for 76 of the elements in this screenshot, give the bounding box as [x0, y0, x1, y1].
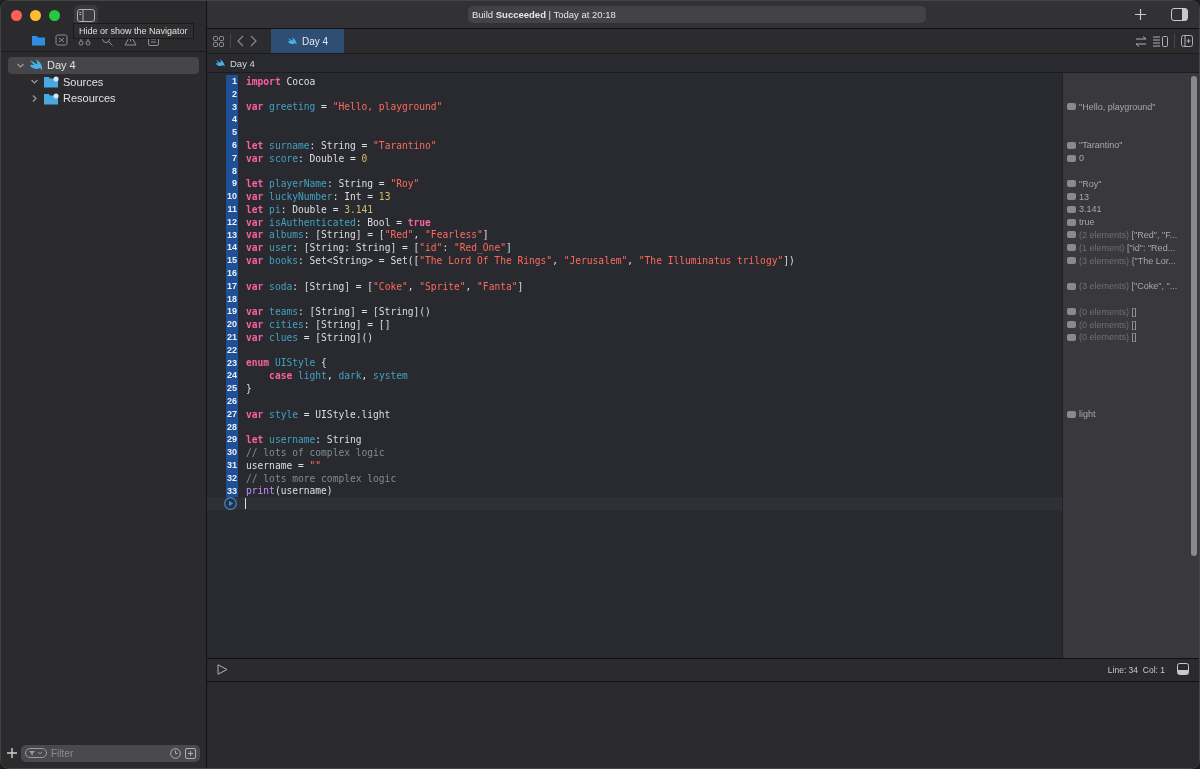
line-number: 24 — [226, 369, 238, 383]
code-line: var books: Set<String> = Set(["The Lord Of The Rings", "Jerusalem", "The Illuminatus trilogy"]) — [246, 255, 795, 267]
back-icon[interactable] — [237, 35, 244, 47]
result-preview[interactable]: "Tarantino" — [1067, 140, 1123, 151]
cursor-position: Line: 34 Col: 1 — [1107, 665, 1165, 675]
code-line: var clues = [String]() — [246, 331, 374, 343]
code-line: let username: String — [246, 434, 362, 446]
filter-field[interactable]: Filter — [21, 744, 200, 762]
line-number: 20 — [226, 318, 238, 331]
code-line: var greeting = "Hello, playground" — [246, 101, 443, 113]
code-line: } — [246, 383, 252, 394]
result-preview[interactable]: "Roy" — [1067, 178, 1102, 189]
code-line: var user: [String: String] = ["id": "Red_One"] — [246, 242, 512, 254]
code-line: print(username) — [246, 485, 333, 497]
line-number: 19 — [226, 305, 238, 319]
tooltip: Hide or show the Navigator — [73, 23, 194, 39]
result-preview[interactable]: 0 — [1067, 153, 1084, 164]
filter-input[interactable]: Filter — [51, 747, 166, 759]
line-number: 29 — [226, 433, 238, 447]
scrollbar[interactable] — [1191, 76, 1197, 556]
line-number: 5 — [226, 126, 238, 139]
code-line: // lots of complex logic — [246, 447, 385, 458]
close-button[interactable] — [11, 9, 22, 21]
swift-icon — [215, 58, 225, 68]
code-line: var cities: [String] = [] — [246, 319, 391, 331]
code-line: var teams: [String] = [String]() — [246, 306, 431, 318]
code-line: var luckyNumber: Int = 13 — [246, 191, 391, 203]
result-preview[interactable]: "Hello, playground" — [1067, 102, 1156, 112]
code-line: var score: Double = 0 — [246, 152, 368, 164]
code-line: username = "" — [246, 459, 322, 471]
result-preview[interactable]: 3.141 — [1067, 204, 1102, 215]
result-preview[interactable]: true — [1067, 217, 1095, 228]
add-editor-icon[interactable] — [1181, 35, 1193, 47]
code-line: var albums: [String] = ["Red", "Fearless"] — [246, 229, 489, 241]
code-line: case light, dark, system — [268, 370, 408, 382]
line-number: 1 — [226, 75, 238, 88]
result-preview[interactable]: light — [1067, 409, 1096, 420]
swift-icon — [29, 59, 43, 72]
code-line: let playerName: String = "Roy" — [246, 178, 420, 190]
code-line: let surname: String = "Tarantino" — [246, 139, 437, 151]
editor-options-icon[interactable] — [1153, 35, 1168, 47]
line-number: 14 — [226, 241, 238, 255]
folder-icon — [43, 91, 59, 105]
forward-icon[interactable] — [250, 35, 257, 47]
folder-icon — [43, 75, 59, 89]
minimize-button[interactable] — [30, 9, 41, 21]
folder-icon[interactable] — [31, 33, 46, 47]
text-cursor — [245, 498, 246, 510]
navigator-item[interactable]: Resources — [8, 90, 199, 107]
code-line: // lots more complex logic — [246, 472, 397, 484]
line-number: 9 — [226, 177, 238, 191]
navigator-item[interactable]: Sources — [8, 73, 199, 90]
line-number: 30 — [226, 446, 238, 459]
line-number: 15 — [226, 254, 238, 267]
clock-icon[interactable] — [170, 747, 181, 759]
navigator-toggle-button[interactable] — [74, 4, 98, 26]
zoom-button[interactable] — [49, 9, 60, 21]
swift-icon — [287, 36, 297, 46]
code-line: var soda: [String] = ["Coke", "Sprite", "Fanta"] — [246, 280, 524, 292]
chevron-right-icon — [30, 93, 39, 103]
code-line: var isAuthenticated: Bool = true — [246, 216, 431, 228]
code-line: import Cocoa — [246, 75, 316, 87]
line-number: 4 — [226, 113, 238, 127]
code-line: enum UIStyle { — [246, 357, 327, 369]
breadcrumb[interactable]: Day 4 — [215, 57, 255, 69]
line-number: 25 — [226, 382, 238, 395]
editor-tab[interactable]: Day 4 — [271, 29, 345, 53]
grid-icon[interactable] — [213, 35, 224, 47]
build-status: Build Succeeded | Today at 20:18 — [472, 9, 616, 20]
code-line: var style = UIStyle.light — [246, 408, 391, 420]
navigator-item[interactable]: Day 4 — [8, 57, 199, 74]
result-preview[interactable]: 13 — [1067, 191, 1089, 202]
line-number: 10 — [226, 190, 238, 203]
swap-icon[interactable] — [1135, 35, 1147, 47]
code-line: let pi: Double = 3.141 — [246, 203, 374, 215]
filter-options-icon[interactable] — [25, 748, 47, 758]
